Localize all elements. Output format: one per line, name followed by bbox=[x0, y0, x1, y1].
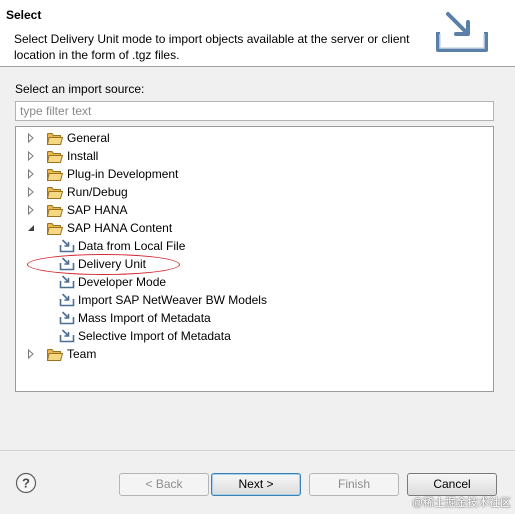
import-wizard-icon bbox=[59, 329, 75, 343]
expand-triangle-icon[interactable] bbox=[25, 168, 37, 180]
tree-item-leaf[interactable]: Selective Import of Metadata bbox=[59, 327, 231, 345]
folder-icon bbox=[47, 168, 63, 181]
import-source-tree[interactable]: General Install Plug-in Development Run/Deb… bbox=[15, 126, 494, 392]
tree-item-label: Run/Debug bbox=[67, 185, 128, 199]
folder-icon bbox=[47, 132, 63, 145]
expand-triangle-icon[interactable] bbox=[25, 150, 37, 162]
import-wizard-icon bbox=[59, 311, 75, 325]
filter-input[interactable] bbox=[15, 101, 494, 121]
tree-item-label: SAP HANA bbox=[67, 203, 128, 217]
finish-button[interactable]: Finish bbox=[309, 473, 399, 496]
tree-item-leaf[interactable]: Import SAP NetWeaver BW Models bbox=[59, 291, 267, 309]
tree-item-label: Plug-in Development bbox=[67, 167, 179, 181]
folder-icon bbox=[47, 348, 63, 361]
tree-item-folder[interactable]: Run/Debug bbox=[25, 183, 128, 201]
collapse-triangle-icon[interactable] bbox=[25, 222, 37, 234]
tree-item-folder[interactable]: SAP HANA Content bbox=[25, 219, 172, 237]
tree-item-label: Team bbox=[67, 347, 97, 361]
tree-item-label: General bbox=[67, 131, 110, 145]
footer-divider bbox=[0, 450, 515, 451]
folder-icon bbox=[47, 186, 63, 199]
tree-item-label: Selective Import of Metadata bbox=[78, 329, 231, 343]
tree-item-leaf[interactable]: Delivery Unit bbox=[59, 255, 146, 273]
tree-item-folder[interactable]: Install bbox=[25, 147, 98, 165]
folder-open-icon bbox=[47, 222, 63, 235]
expand-triangle-icon[interactable] bbox=[25, 348, 37, 360]
import-source-label: Select an import source: bbox=[15, 82, 145, 96]
cancel-button[interactable]: Cancel bbox=[407, 473, 497, 496]
import-wizard-icon bbox=[59, 257, 75, 271]
expand-triangle-icon[interactable] bbox=[25, 132, 37, 144]
tree-item-folder[interactable]: Team bbox=[25, 345, 96, 363]
tree-item-folder[interactable]: SAP HANA bbox=[25, 201, 127, 219]
tree-item-label: Developer Mode bbox=[78, 275, 167, 289]
tree-item-folder[interactable]: General bbox=[25, 129, 110, 147]
expand-triangle-icon[interactable] bbox=[25, 204, 37, 216]
folder-icon bbox=[47, 150, 63, 163]
page-description: Select Delivery Unit mode to import obje… bbox=[14, 32, 410, 62]
import-wizard-icon bbox=[59, 275, 75, 289]
tree-item-leaf[interactable]: Data from Local File bbox=[59, 237, 185, 255]
tree-item-leaf[interactable]: Developer Mode bbox=[59, 273, 166, 291]
tree-item-label: Data from Local File bbox=[78, 239, 186, 253]
import-wizard-icon bbox=[59, 239, 75, 253]
tree-item-label: Import SAP NetWeaver BW Models bbox=[78, 293, 267, 307]
tree-item-label: Delivery Unit bbox=[78, 257, 147, 271]
wizard-header: Select Select Delivery Unit mode to impo… bbox=[0, 0, 515, 67]
help-icon[interactable]: ? bbox=[15, 472, 37, 494]
tree-item-leaf[interactable]: Mass Import of Metadata bbox=[59, 309, 211, 327]
expand-triangle-icon[interactable] bbox=[25, 186, 37, 198]
import-wizard-icon bbox=[59, 293, 75, 307]
folder-icon bbox=[47, 204, 63, 217]
page-title: Select bbox=[6, 8, 42, 22]
tree-item-label: Install bbox=[67, 149, 99, 163]
import-wizard-icon bbox=[436, 12, 488, 52]
next-button[interactable]: Next > bbox=[211, 473, 301, 496]
tree-item-label: Mass Import of Metadata bbox=[78, 311, 211, 325]
tree-item-label: SAP HANA Content bbox=[67, 221, 173, 235]
tree-item-folder[interactable]: Plug-in Development bbox=[25, 165, 178, 183]
watermark-text: @稀土掘金技术社区 bbox=[411, 497, 511, 509]
help-icon-glyph: ? bbox=[22, 476, 30, 491]
back-button[interactable]: < Back bbox=[119, 473, 209, 496]
